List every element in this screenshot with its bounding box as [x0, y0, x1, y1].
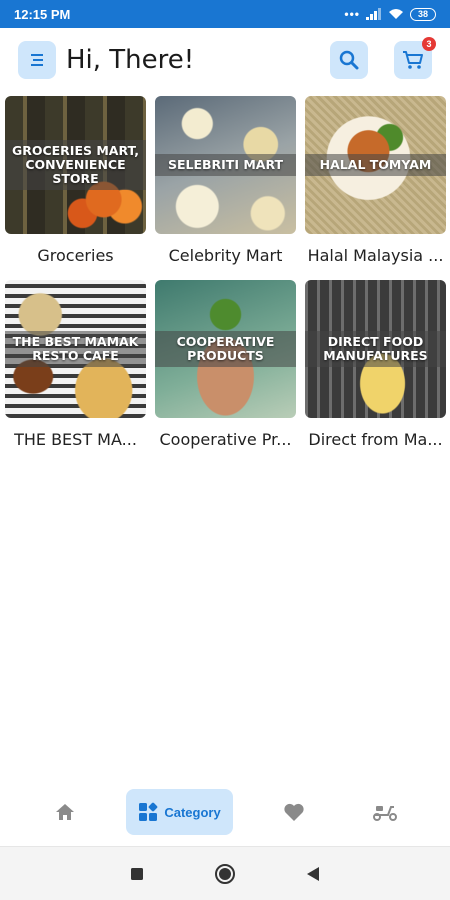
search-icon	[339, 50, 359, 70]
app-header: Hi, There! 3	[0, 28, 450, 92]
status-icons: ••• 38	[344, 7, 436, 21]
category-icon	[139, 802, 158, 821]
category-card-celebrity-mart[interactable]: SELEBRITI MART Celebrity Mart	[155, 96, 296, 268]
battery-icon: 38	[410, 7, 436, 21]
bottom-nav: Category	[0, 782, 450, 842]
category-image: GROCERIES MART, CONVENIENCE STORE	[5, 96, 146, 234]
category-label: Celebrity Mart	[168, 246, 283, 265]
category-label: Cooperative Pr...	[159, 430, 292, 449]
menu-button[interactable]	[18, 41, 56, 79]
category-image-caption: GROCERIES MART, CONVENIENCE STORE	[5, 140, 146, 190]
search-button[interactable]	[330, 41, 368, 79]
heart-icon	[284, 803, 304, 821]
category-image: COOPERATIVE PRODUCTS	[155, 280, 296, 418]
scooter-icon	[372, 806, 397, 821]
back-icon[interactable]	[306, 866, 320, 882]
status-time: 12:15 PM	[14, 6, 71, 22]
home-icon	[56, 804, 75, 820]
nav-favorites[interactable]	[264, 789, 324, 835]
category-label: Direct from Ma...	[308, 430, 443, 449]
category-image: THE BEST MAMAK RESTO CAFE	[5, 280, 146, 418]
category-grid: GROCERIES MART, CONVENIENCE STORE Grocer…	[0, 96, 450, 452]
nav-delivery[interactable]	[355, 789, 415, 835]
category-label: Halal Malaysia ...	[307, 246, 444, 265]
cart-count-badge: 3	[422, 37, 436, 51]
signal-icon	[366, 8, 381, 20]
category-card-mamak[interactable]: THE BEST MAMAK RESTO CAFE THE BEST MA...	[5, 280, 146, 452]
page-title: Hi, There!	[66, 45, 195, 75]
status-bar: 12:15 PM ••• 38	[0, 0, 450, 28]
category-image: SELEBRITI MART	[155, 96, 296, 234]
category-card-cooperative[interactable]: COOPERATIVE PRODUCTS Cooperative Pr...	[155, 280, 296, 452]
nav-home[interactable]	[35, 789, 95, 835]
home-button-icon[interactable]	[214, 863, 236, 885]
category-card-halal-malaysia[interactable]: HALAL TOMYAM Halal Malaysia ...	[305, 96, 446, 268]
category-image-caption: DIRECT FOOD MANUFATURES	[305, 331, 446, 367]
cart-button[interactable]: 3	[394, 37, 436, 79]
menu-icon	[31, 54, 43, 66]
recent-apps-icon[interactable]	[130, 867, 144, 881]
header-actions: 3	[330, 37, 436, 79]
category-image-caption: SELEBRITI MART	[155, 154, 296, 176]
system-nav-bar	[0, 846, 450, 900]
category-image-caption: THE BEST MAMAK RESTO CAFE	[5, 331, 146, 367]
category-image-caption: HALAL TOMYAM	[305, 154, 446, 176]
nav-category[interactable]: Category	[126, 789, 233, 835]
cart-icon	[403, 51, 423, 69]
nav-category-label: Category	[164, 804, 221, 820]
category-card-direct-food[interactable]: DIRECT FOOD MANUFATURES Direct from Ma..…	[305, 280, 446, 452]
category-card-groceries[interactable]: GROCERIES MART, CONVENIENCE STORE Grocer…	[5, 96, 146, 268]
wifi-icon	[389, 9, 403, 19]
category-label: Groceries	[37, 246, 114, 265]
category-image: DIRECT FOOD MANUFATURES	[305, 280, 446, 418]
category-label: THE BEST MA...	[14, 430, 137, 449]
more-dots-icon: •••	[344, 7, 360, 21]
category-image: HALAL TOMYAM	[305, 96, 446, 234]
category-image-caption: COOPERATIVE PRODUCTS	[155, 331, 296, 367]
